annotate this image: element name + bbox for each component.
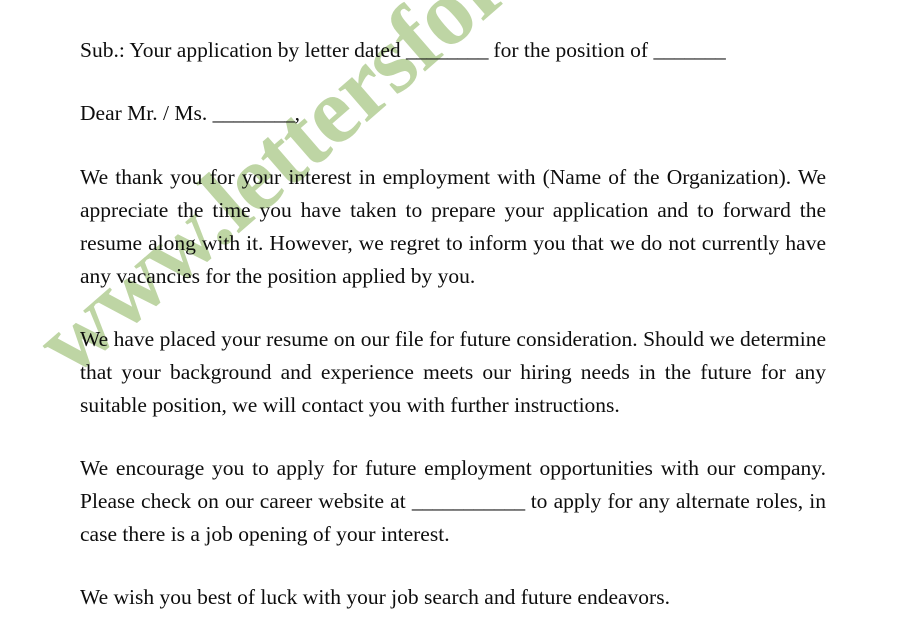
top-spacer (80, 0, 826, 34)
salutation-line: Dear Mr. / Ms. ________, (80, 97, 826, 130)
paragraph-3: We encourage you to apply for future emp… (80, 452, 826, 551)
salutation-suffix: , (294, 101, 300, 125)
paragraph-spacer-2 (80, 422, 826, 452)
subject-middle: for the position of (488, 38, 654, 62)
subject-prefix: Sub.: Your application by letter dated (80, 38, 407, 62)
paragraph-spacer-1 (80, 293, 826, 323)
paragraph-spacer-3 (80, 551, 826, 581)
salutation-text: Dear Mr. / Ms. (80, 101, 213, 125)
paragraph-2: We have placed your resume on our file f… (80, 327, 826, 417)
subject-salutation-spacer (80, 67, 826, 97)
career-website-blank[interactable]: ___________ (412, 489, 525, 513)
salutation-name-blank[interactable]: ________ (213, 101, 296, 125)
document-page: www.lettersformats.com Sub.: Your applic… (0, 0, 907, 630)
subject-position-blank[interactable]: _______ (653, 38, 725, 62)
letter-body: Sub.: Your application by letter dated _… (80, 0, 826, 614)
salutation-body-spacer (80, 130, 826, 161)
subject-date-blank[interactable]: ________ (406, 38, 489, 62)
paragraph-1: We thank you for your interest in employ… (80, 165, 826, 288)
closing-line: We wish you best of luck with your job s… (80, 585, 670, 609)
subject-line: Sub.: Your application by letter dated _… (80, 34, 826, 67)
